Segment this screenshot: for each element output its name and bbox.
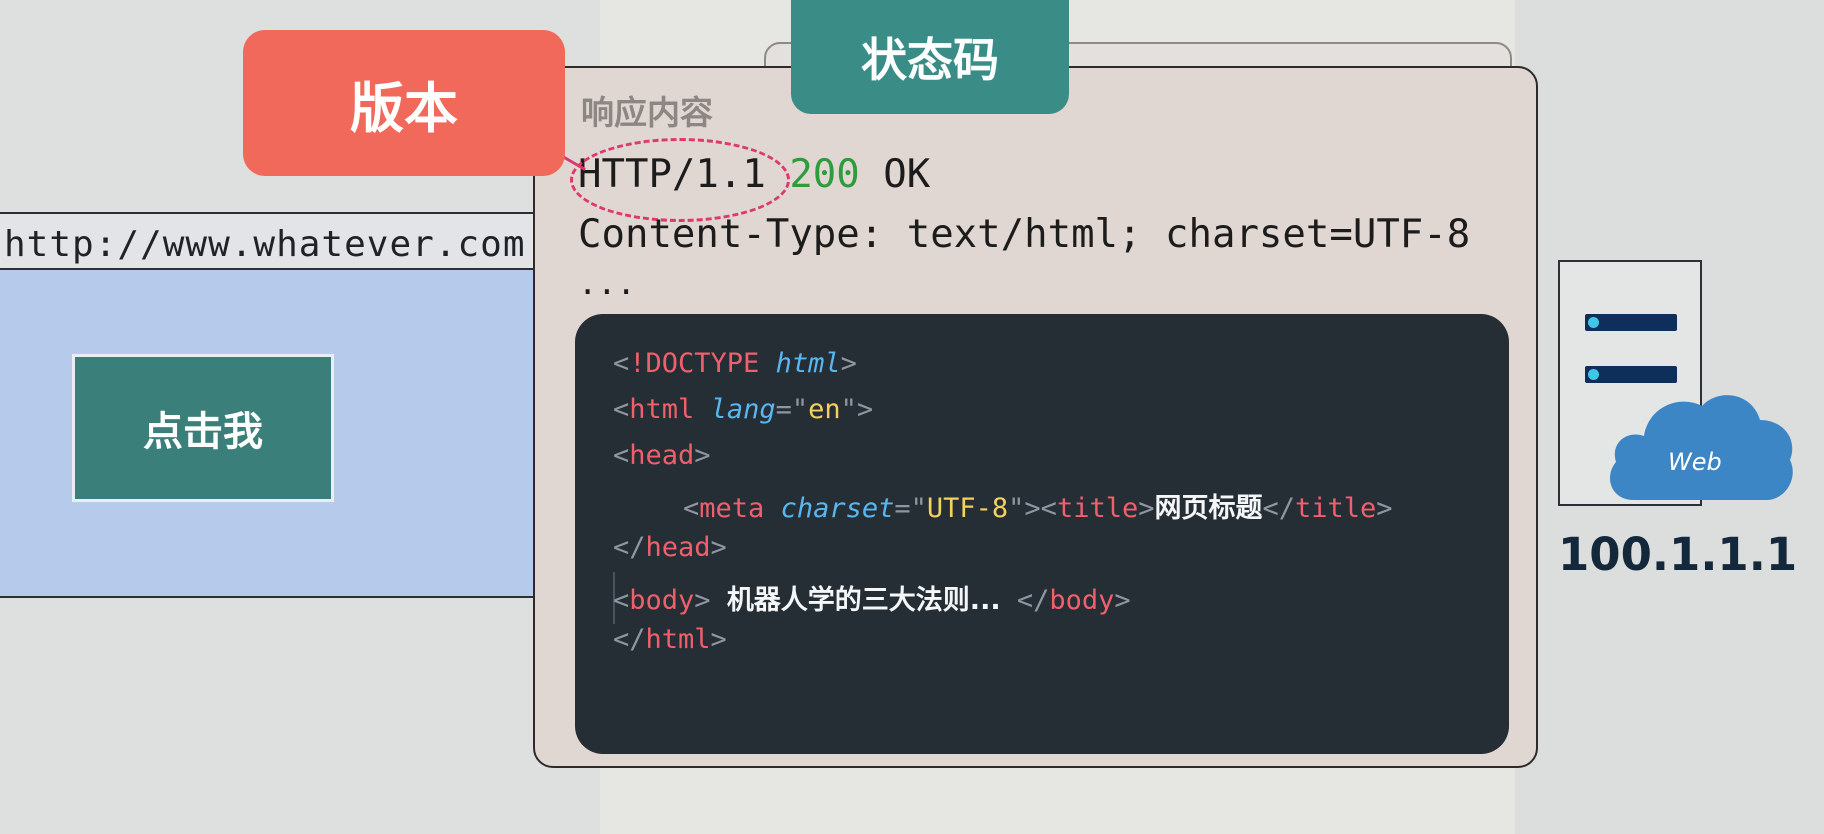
- status-code: 200: [789, 152, 860, 197]
- code-line-body: <body> 机器人学的三大法则... </body>: [613, 585, 1131, 616]
- dashed-circle: [570, 138, 790, 222]
- server-led-1: [1588, 317, 1599, 328]
- version-tag: 版本: [243, 30, 565, 176]
- title-tag-open: title: [1056, 493, 1139, 524]
- server-slot-1: [1585, 314, 1677, 331]
- code-line-html-open: <html lang="en">: [613, 394, 874, 425]
- code-block: <!DOCTYPE html> <html lang="en"> <head> …: [575, 314, 1509, 754]
- title-tag-close: title: [1295, 493, 1377, 524]
- status-text: OK: [883, 152, 931, 197]
- header-line: Content-Type: text/html; charset=UTF-8: [578, 212, 1471, 257]
- charset-value: UTF-8: [926, 493, 1009, 524]
- code-line-head-close: </head>: [613, 532, 727, 563]
- head-tag-close: head: [645, 532, 711, 563]
- meta-tag: meta: [699, 493, 765, 524]
- response-card: 响应内容 HTTP/1.1 200 OK Content-Type: text/…: [533, 66, 1538, 768]
- server-ip: 100.1.1.1: [1558, 528, 1798, 581]
- code-line-doctype: <!DOCTYPE html>: [613, 348, 857, 379]
- body-tag-close: body: [1049, 585, 1115, 616]
- click-me-button[interactable]: 点击我: [72, 354, 334, 502]
- head-tag: head: [629, 440, 695, 471]
- url-text: http://www.whatever.com: [4, 224, 526, 265]
- html-tag-close: html: [645, 624, 711, 655]
- code-line-meta: <meta charset="UTF-8"><title>网页标题</title…: [683, 493, 1393, 524]
- address-bar[interactable]: http://www.whatever.com: [0, 214, 534, 270]
- header-ellipsis: ...: [578, 264, 636, 302]
- version-highlight: HTTP/1.1: [570, 138, 790, 222]
- server-led-2: [1588, 369, 1599, 380]
- charset-attr: charset: [780, 493, 895, 524]
- response-title: 响应内容: [581, 93, 713, 132]
- code-line-html-close: </html>: [613, 624, 727, 655]
- lang-value: en: [808, 394, 841, 425]
- cloud-label: Web: [1668, 448, 1722, 476]
- status-code-tag: 状态码: [791, 0, 1069, 114]
- page-title-text: 网页标题: [1154, 493, 1263, 524]
- lang-attr: lang: [710, 394, 776, 425]
- body-text: 机器人学的三大法则...: [726, 585, 1001, 616]
- browser-window: http://www.whatever.com 点击我: [0, 212, 536, 598]
- cloud-icon: [1610, 395, 1793, 500]
- body-tag-open: body: [629, 585, 695, 616]
- doctype-keyword: !DOCTYPE: [629, 348, 760, 379]
- doctype-value: html: [775, 348, 841, 379]
- code-line-head-open: <head>: [613, 440, 711, 471]
- status-line: HTTP/1.1 200 OK: [570, 138, 931, 222]
- html-tag: html: [629, 394, 695, 425]
